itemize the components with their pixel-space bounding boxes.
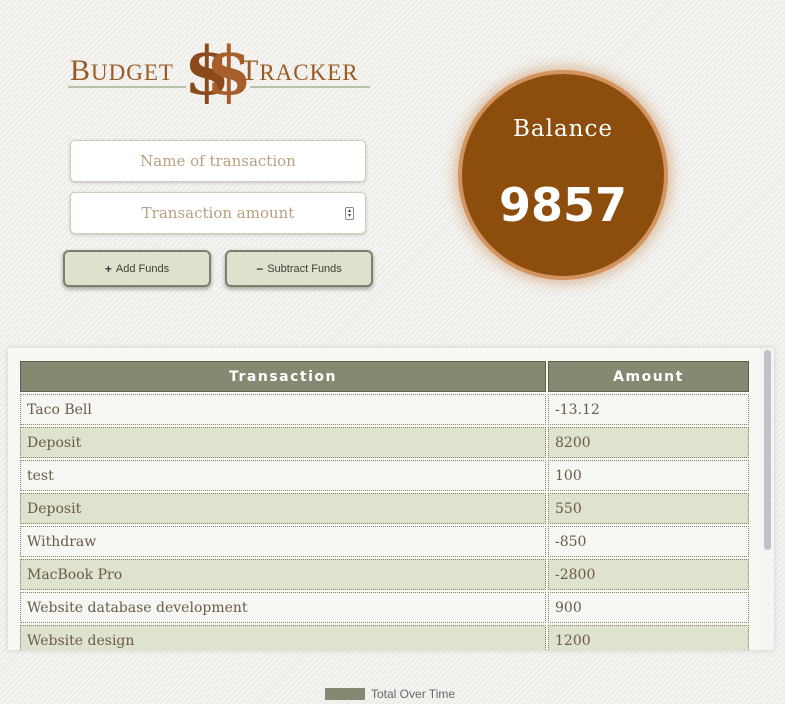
transaction-amount-input[interactable] — [70, 192, 366, 234]
transaction-amount-field: ▴▾ — [70, 192, 366, 234]
transaction-name: MacBook Pro — [20, 559, 546, 590]
balance-value: 9857 — [498, 178, 628, 232]
transaction-name: Website database development — [20, 592, 546, 623]
subtract-funds-label: Subtract Funds — [267, 262, 342, 275]
table-row: Deposit 8200 — [20, 427, 749, 458]
transactions-table: Transaction Amount Taco Bell -13.12 Depos… — [18, 359, 751, 650]
legend-label: Total Over Time — [371, 687, 456, 701]
table-row: MacBook Pro -2800 — [20, 559, 749, 590]
header-amount: Amount — [548, 361, 749, 392]
transaction-name: Deposit — [20, 427, 546, 458]
balance-label: Balance — [513, 116, 613, 142]
minus-icon: − — [256, 261, 264, 276]
transaction-name: Taco Bell — [20, 394, 546, 425]
transaction-name: Withdraw — [20, 526, 546, 557]
table-row: Website database development 900 — [20, 592, 749, 623]
legend-swatch — [325, 688, 365, 700]
plus-icon: + — [104, 261, 112, 276]
table-row: Deposit 550 — [20, 493, 749, 524]
logo-word-budget: BUDGET — [70, 54, 174, 87]
add-funds-label: Add Funds — [115, 262, 170, 275]
table-scrollbar[interactable] — [760, 348, 774, 650]
transaction-amount: 100 — [548, 460, 749, 491]
transaction-amount: -850 — [548, 526, 749, 557]
transaction-name: Deposit — [20, 493, 546, 524]
transaction-amount: 900 — [548, 592, 749, 623]
table-row: Website design 1200 — [20, 625, 749, 650]
transaction-name: Website design — [20, 625, 546, 650]
add-funds-button[interactable]: + Add Funds — [63, 250, 211, 287]
number-spinner-icon[interactable]: ▴ ▾ — [345, 207, 354, 220]
transaction-amount: 1200 — [548, 625, 749, 650]
logo-rule-left — [68, 86, 186, 88]
table-row: Withdraw -850 — [20, 526, 749, 557]
scrollbar-thumb[interactable] — [764, 350, 771, 550]
transactions-panel: Transaction Amount Taco Bell -13.12 Depos… — [8, 348, 774, 650]
transaction-amount: 8200 — [548, 427, 749, 458]
budget-tracker-logo: BUDGET $ $ TRACKER — [68, 32, 370, 110]
transaction-name: test — [20, 460, 546, 491]
transaction-amount: 550 — [548, 493, 749, 524]
table-row: Taco Bell -13.12 — [20, 394, 749, 425]
transaction-amount: -2800 — [548, 559, 749, 590]
transaction-name-input[interactable] — [70, 140, 366, 182]
chart-legend[interactable]: Total Over Time — [325, 687, 455, 701]
balance-circle: Balance 9857 — [458, 70, 668, 280]
table-row: test 100 — [20, 460, 749, 491]
logo-rule-right — [250, 86, 370, 88]
logo-word-tracker: TRACKER — [240, 54, 359, 87]
subtract-funds-button[interactable]: − Subtract Funds — [225, 250, 373, 287]
header-transaction: Transaction — [20, 361, 546, 392]
transaction-amount: -13.12 — [548, 394, 749, 425]
